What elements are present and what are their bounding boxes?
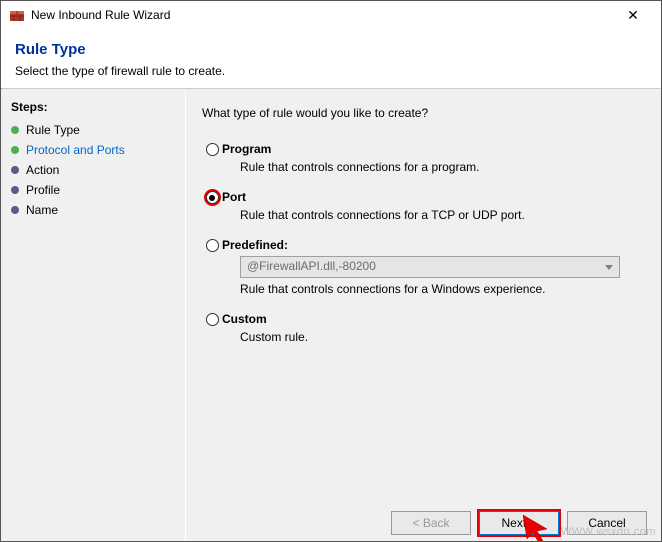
step-label: Action bbox=[26, 163, 59, 177]
option-desc: Custom rule. bbox=[240, 330, 645, 344]
option-label: Custom bbox=[222, 312, 267, 326]
step-label: Rule Type bbox=[26, 123, 80, 137]
option-port[interactable]: Port bbox=[202, 190, 645, 204]
option-desc: Rule that controls connections for a Win… bbox=[240, 282, 645, 296]
radio-predefined[interactable] bbox=[206, 239, 219, 252]
option-program[interactable]: Program bbox=[202, 142, 645, 156]
step-label: Protocol and Ports bbox=[26, 143, 125, 157]
option-predefined[interactable]: Predefined: bbox=[202, 238, 645, 252]
option-custom[interactable]: Custom bbox=[202, 312, 645, 326]
steps-panel: Steps: Rule Type Protocol and Ports Acti… bbox=[1, 90, 186, 541]
step-protocol-ports[interactable]: Protocol and Ports bbox=[11, 140, 181, 160]
step-bullet-icon bbox=[11, 166, 19, 174]
option-label: Program bbox=[222, 142, 271, 156]
header: Rule Type Select the type of firewall ru… bbox=[1, 29, 661, 88]
titlebar: New Inbound Rule Wizard ✕ bbox=[1, 1, 661, 29]
predefined-combo-wrap: @FirewallAPI.dll,-80200 bbox=[240, 256, 645, 278]
step-name[interactable]: Name bbox=[11, 200, 181, 220]
wizard-body: Steps: Rule Type Protocol and Ports Acti… bbox=[1, 90, 661, 541]
next-button[interactable]: Next > bbox=[479, 511, 559, 535]
watermark-text: WWW.wsxdn.com bbox=[561, 526, 656, 538]
step-label: Profile bbox=[26, 183, 60, 197]
firewall-icon bbox=[9, 7, 25, 23]
step-action[interactable]: Action bbox=[11, 160, 181, 180]
page-subtitle: Select the type of firewall rule to crea… bbox=[15, 64, 647, 78]
option-desc: Rule that controls connections for a pro… bbox=[240, 160, 645, 174]
page-title: Rule Type bbox=[15, 41, 647, 58]
option-label: Predefined: bbox=[222, 238, 288, 252]
step-bullet-icon bbox=[11, 206, 19, 214]
option-desc: Rule that controls connections for a TCP… bbox=[240, 208, 645, 222]
option-label: Port bbox=[222, 190, 246, 204]
steps-heading: Steps: bbox=[11, 100, 181, 114]
radio-port[interactable] bbox=[206, 191, 219, 204]
step-rule-type[interactable]: Rule Type bbox=[11, 120, 181, 140]
window-title: New Inbound Rule Wizard bbox=[31, 8, 613, 22]
predefined-combo[interactable]: @FirewallAPI.dll,-80200 bbox=[240, 256, 620, 278]
radio-program[interactable] bbox=[206, 143, 219, 156]
close-button[interactable]: ✕ bbox=[613, 7, 653, 24]
wizard-window: New Inbound Rule Wizard ✕ Rule Type Sele… bbox=[0, 0, 662, 542]
back-button[interactable]: < Back bbox=[391, 511, 471, 535]
prompt-text: What type of rule would you like to crea… bbox=[202, 106, 645, 120]
content-panel: What type of rule would you like to crea… bbox=[186, 90, 661, 541]
step-bullet-icon bbox=[11, 146, 19, 154]
step-bullet-icon bbox=[11, 126, 19, 134]
step-bullet-icon bbox=[11, 186, 19, 194]
step-label: Name bbox=[26, 203, 58, 217]
radio-custom[interactable] bbox=[206, 313, 219, 326]
step-profile[interactable]: Profile bbox=[11, 180, 181, 200]
